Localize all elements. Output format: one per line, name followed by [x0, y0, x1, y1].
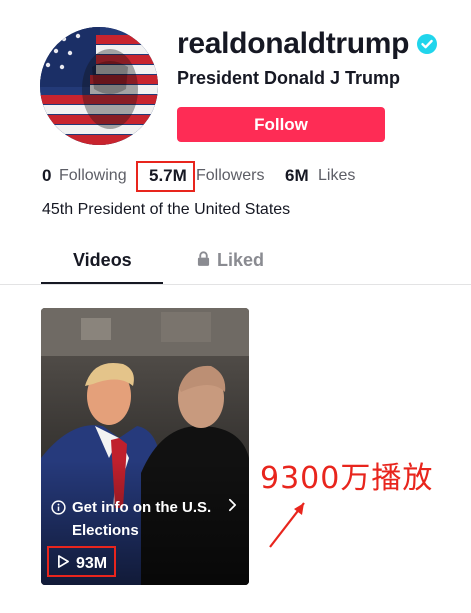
- chevron-right-icon: [228, 496, 237, 519]
- lock-icon: [197, 250, 210, 271]
- username: realdonaldtrump: [177, 27, 410, 60]
- election-info-banner[interactable]: Get info on the U.S. Elections: [51, 496, 243, 542]
- profile-avatar[interactable]: [40, 27, 158, 145]
- profile-tabs: Videos Liked: [0, 240, 471, 285]
- followers-label[interactable]: Followers: [196, 167, 264, 185]
- tab-liked-label: Liked: [217, 250, 265, 270]
- views-highlight-box: [47, 546, 116, 577]
- display-name: President Donald J Trump: [177, 68, 401, 88]
- video-thumbnail: [41, 308, 249, 585]
- following-count[interactable]: 0: [42, 166, 51, 186]
- flag-portrait-avatar: [40, 27, 158, 145]
- following-label[interactable]: Following: [59, 167, 127, 185]
- follow-button[interactable]: Follow: [177, 107, 385, 142]
- likes-label: Likes: [318, 167, 356, 184]
- tab-videos[interactable]: Videos: [73, 250, 132, 271]
- likes-count: 6M: [285, 166, 309, 185]
- tab-liked[interactable]: Liked: [197, 250, 264, 271]
- active-tab-indicator: [41, 282, 163, 284]
- election-info-text: Get info on the U.S. Elections: [72, 499, 212, 539]
- verified-badge-icon: [417, 34, 438, 54]
- annotation-arrow-icon: [269, 502, 305, 548]
- profile-bio: 45th President of the United States: [42, 201, 291, 218]
- followers-highlight-box: [136, 161, 195, 192]
- info-icon: [51, 499, 66, 542]
- video-card[interactable]: Get info on the U.S. Elections 93M: [41, 308, 249, 585]
- views-annotation: 9300万播放: [260, 461, 434, 496]
